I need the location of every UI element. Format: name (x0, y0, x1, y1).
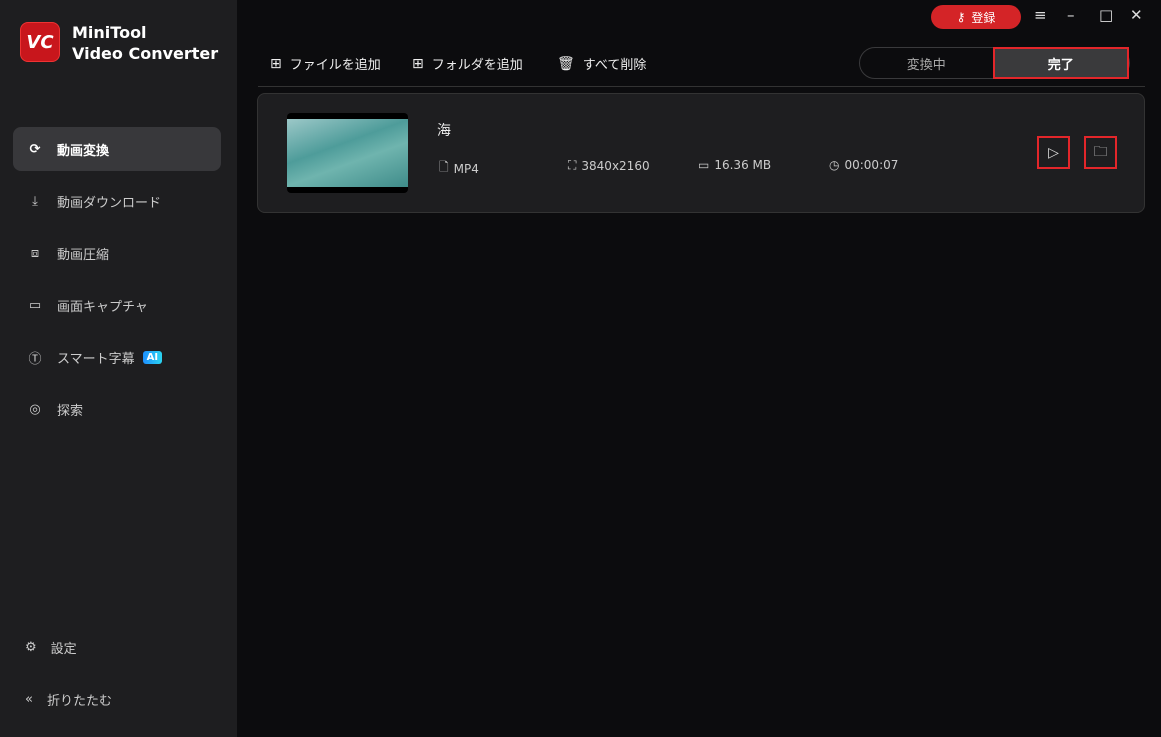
format-value: MP4 (453, 161, 479, 176)
sidebar-item-label: 動画変換 (57, 143, 110, 159)
subtitle-icon: Ⓣ (28, 351, 42, 367)
compass-icon: ◎ (29, 401, 41, 417)
key-icon: ⚷ (956, 10, 966, 24)
file-format: 🗋 MP4 (439, 158, 479, 179)
sidebar-item-video-convert[interactable]: ⟳ 動画変換 (13, 127, 221, 171)
sidebar-item-label: 動画ダウンロード (57, 195, 162, 211)
register-label: 登録 (971, 10, 996, 25)
sidebar-item-smart-subtitle[interactable]: Ⓣ スマート字幕 AI (13, 335, 221, 379)
minimize-button[interactable]: – (1067, 6, 1075, 24)
clock-icon: ◷ (829, 158, 840, 172)
size-value: 16.36 MB (714, 158, 772, 172)
plus-square-icon: ⊞ (270, 55, 282, 72)
add-file-button[interactable]: ⊞ ファイルを追加 (270, 54, 381, 74)
app-title-line2: Video Converter (72, 44, 219, 63)
duration-value: 00:00:07 (844, 158, 899, 172)
file-list-item: 海 🗋 MP4 ⛶ 3840x2160 ▭ 16.36 MB ◷ 00:00:07 ▷ … (257, 93, 1145, 213)
play-button[interactable]: ▷ (1037, 136, 1070, 169)
sidebar-item-label: 探索 (57, 403, 84, 419)
sidebar-item-label: 動画圧縮 (57, 247, 110, 263)
delete-all-button[interactable]: 🗑 すべて削除 (557, 54, 647, 74)
settings-label: 設定 (50, 642, 77, 657)
sidebar-item-label: 画面キャプチャ (57, 299, 148, 315)
file-resolution: ⛶ 3840x2160 (568, 158, 650, 173)
folder-icon: ▭ (698, 158, 710, 172)
sidebar-item-video-download[interactable]: ⤓ 動画ダウンロード (13, 179, 221, 223)
download-icon: ⤓ (32, 193, 38, 209)
convert-icon: ⟳ (29, 141, 41, 157)
close-button[interactable]: ✕ (1130, 6, 1143, 24)
maximize-button[interactable]: □ (1099, 6, 1113, 24)
divider (258, 86, 1145, 87)
app-title: MiniTool Video Converter (72, 22, 218, 64)
sidebar-item-explore[interactable]: ◎ 探索 (13, 387, 221, 431)
collapse-button[interactable]: « 折りたたむ (25, 690, 112, 709)
settings-button[interactable]: ⚙ 設定 (25, 638, 77, 657)
file-size: ▭ 16.36 MB (698, 158, 771, 172)
file-name: 海 (437, 123, 451, 139)
chevron-double-left-icon: « (25, 692, 33, 707)
collapse-label: 折りたたむ (46, 694, 112, 709)
folder-icon: 🗀 (1093, 143, 1108, 160)
resolution-value: 3840x2160 (581, 158, 650, 173)
folder-plus-icon: ⊞ (412, 55, 424, 72)
tab-done[interactable]: 完了 (992, 47, 1129, 79)
ai-badge: AI (142, 350, 163, 364)
sidebar: VC MiniTool Video Converter ⟳ 動画変換 ⤓ 動画ダウンロ… (0, 0, 237, 737)
add-file-label: ファイルを追加 (289, 58, 381, 73)
file-duration: ◷ 00:00:07 (829, 158, 898, 172)
trash-icon: 🗑 (557, 55, 575, 72)
file-video-icon: 🗋 (439, 160, 449, 174)
register-button[interactable]: ⚷ 登録 (931, 5, 1021, 29)
tab-converting[interactable]: 変換中 (860, 48, 993, 78)
sidebar-item-screen-capture[interactable]: ▭ 画面キャプチャ (13, 283, 221, 327)
gear-icon: ⚙ (25, 640, 37, 655)
resolution-icon: ⛶ (568, 158, 577, 172)
app-logo: VC (20, 22, 60, 62)
open-folder-button[interactable]: 🗀 (1084, 136, 1117, 169)
add-folder-label: フォルダを追加 (431, 58, 523, 73)
status-tabs: 変換中 完了 (859, 47, 1130, 79)
compress-icon: ⧈ (30, 245, 40, 261)
app-title-line1: MiniTool (72, 23, 147, 42)
camera-icon: ▭ (28, 297, 42, 313)
sidebar-item-label: スマート字幕 (57, 351, 135, 367)
sidebar-item-video-compress[interactable]: ⧈ 動画圧縮 (13, 231, 221, 275)
delete-all-label: すべて削除 (582, 58, 647, 73)
play-icon: ▷ (1048, 144, 1059, 161)
add-folder-button[interactable]: ⊞ フォルダを追加 (412, 54, 523, 74)
video-thumbnail[interactable] (287, 113, 408, 193)
menu-icon[interactable]: ≡ (1034, 6, 1047, 24)
